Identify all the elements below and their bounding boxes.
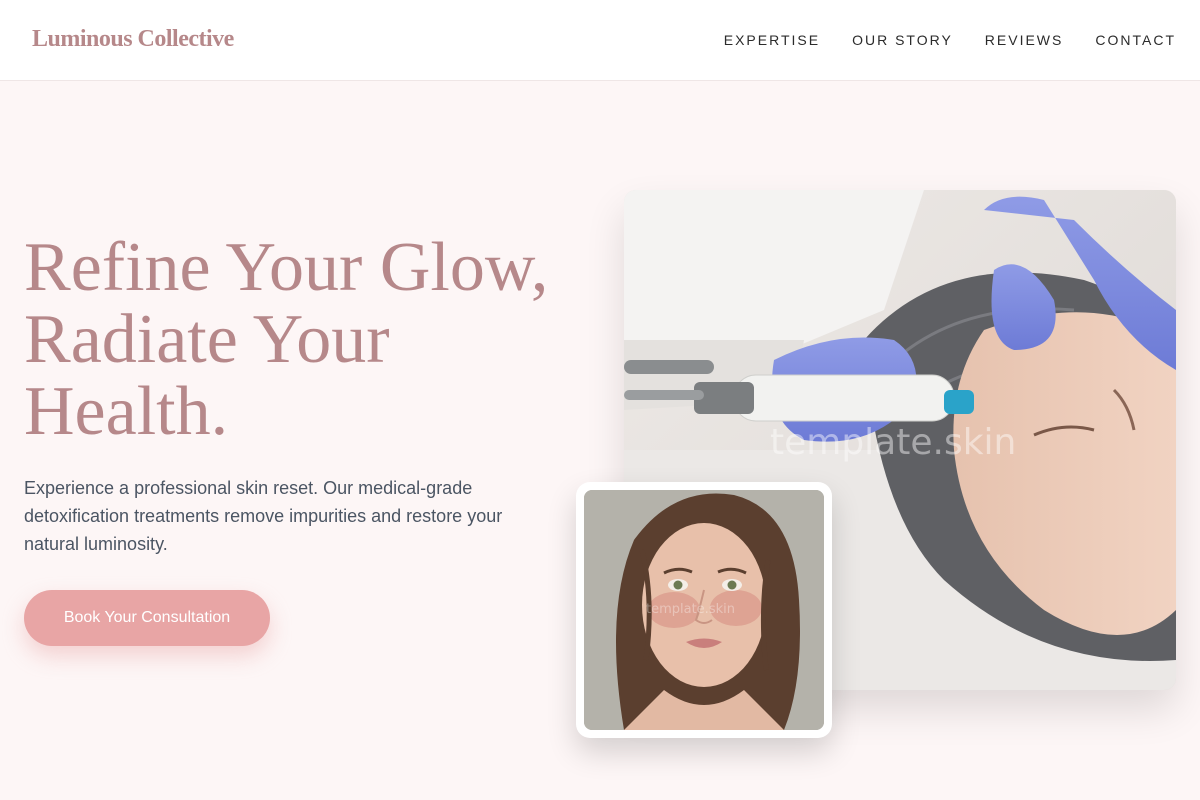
nav-item-reviews[interactable]: REVIEWS	[985, 32, 1064, 48]
headline-line-1: Refine Your Glow,	[24, 229, 549, 306]
brand-logo[interactable]: Luminous Collective	[32, 26, 234, 53]
main-nav: EXPERTISE OUR STORY REVIEWS CONTACT	[692, 32, 1176, 48]
inset-image-watermark: template.skin	[646, 602, 735, 617]
site-header: Luminous Collective EXPERTISE OUR STORY …	[0, 0, 1200, 81]
main-image-watermark: template.skin	[770, 422, 1017, 463]
hero-headline: Refine Your Glow, Radiate Your Health.	[24, 232, 604, 448]
nav-item-our-story[interactable]: OUR STORY	[852, 32, 953, 48]
before-photo: template.skin	[584, 490, 824, 730]
before-photo-frame: template.skin	[576, 482, 832, 738]
book-consultation-button[interactable]: Book Your Consultation	[24, 590, 270, 646]
hero-description: Experience a professional skin reset. Ou…	[24, 478, 503, 554]
nav-item-expertise[interactable]: EXPERTISE	[724, 32, 820, 48]
headline-line-2: Radiate Your	[24, 301, 390, 378]
nav-item-contact[interactable]: CONTACT	[1095, 32, 1176, 48]
headline-line-3: Health.	[24, 373, 229, 450]
